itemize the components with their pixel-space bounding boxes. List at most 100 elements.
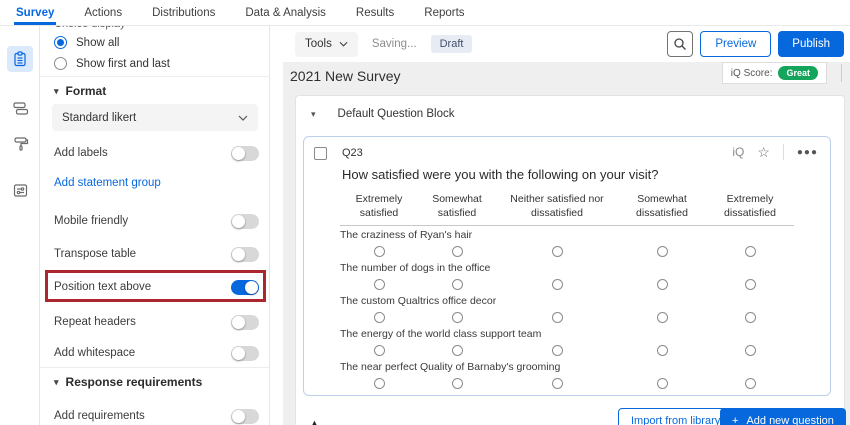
matrix-radio-row <box>340 375 794 391</box>
matrix-radio[interactable] <box>552 279 563 290</box>
collapse-block-icon[interactable]: ▲ <box>310 418 319 425</box>
add-whitespace-toggle[interactable] <box>231 346 259 361</box>
matrix-radio[interactable] <box>552 345 563 356</box>
format-section-header[interactable]: ▾ Format <box>54 84 106 98</box>
matrix-radio[interactable] <box>452 279 463 290</box>
block-title: Default Question Block <box>338 108 455 120</box>
preview-button[interactable]: Preview <box>700 31 771 57</box>
matrix-column-header: Somewhat satisfied <box>418 193 496 220</box>
matrix-radio-row <box>340 276 794 292</box>
tab-data-analysis[interactable]: Data & Analysis <box>243 0 328 25</box>
more-options-icon[interactable]: ●●● <box>797 147 818 158</box>
question-id: Q23 <box>342 147 363 159</box>
add-statement-group-link[interactable]: Add statement group <box>54 177 161 189</box>
matrix-radio[interactable] <box>657 312 668 323</box>
matrix-column-header: Neither satisfied nor dissatisfied <box>496 193 618 220</box>
matrix-radio[interactable] <box>374 279 385 290</box>
iq-suggestions-icon[interactable]: iQ <box>732 145 744 159</box>
transpose-table-toggle[interactable] <box>231 247 259 262</box>
position-text-above-toggle[interactable] <box>231 280 259 295</box>
add-labels-toggle[interactable] <box>231 146 259 161</box>
matrix-radio[interactable] <box>745 345 756 356</box>
survey-flow-icon[interactable] <box>7 95 33 121</box>
matrix-radio[interactable] <box>452 312 463 323</box>
import-from-library-button[interactable]: Import from library <box>618 408 733 425</box>
tab-actions[interactable]: Actions <box>82 0 124 25</box>
tab-distributions[interactable]: Distributions <box>150 0 217 25</box>
matrix-radio[interactable] <box>745 279 756 290</box>
divider <box>40 367 270 368</box>
left-icon-rail <box>0 26 40 425</box>
tab-results[interactable]: Results <box>354 0 396 25</box>
matrix-column-header: Extremely dissatisfied <box>706 193 794 220</box>
plus-icon: + <box>732 415 738 425</box>
radio-icon[interactable] <box>54 36 67 49</box>
matrix-radio[interactable] <box>657 378 668 389</box>
star-icon[interactable]: ☆ <box>757 145 770 159</box>
survey-canvas: 2021 New Survey iQ Score: Great ▾ Defaul… <box>283 62 850 425</box>
matrix-radio[interactable] <box>657 279 668 290</box>
survey-builder-icon[interactable] <box>7 46 33 72</box>
question-checkbox[interactable] <box>314 147 327 160</box>
matrix-radio[interactable] <box>657 246 668 257</box>
qualtrics-survey-editor: Survey Actions Distributions Data & Anal… <box>0 0 850 425</box>
toggle-row-add-whitespace: Add whitespace <box>40 344 270 362</box>
chevron-down-icon <box>238 115 248 121</box>
divider <box>40 76 270 77</box>
radio-show-all[interactable]: Show all <box>54 36 119 49</box>
search-button[interactable] <box>667 31 693 57</box>
matrix-radio[interactable] <box>452 378 463 389</box>
main-area: Tools Saving... Draft Preview Publish 20… <box>270 26 850 425</box>
matrix-radio[interactable] <box>452 345 463 356</box>
matrix-radio[interactable] <box>552 246 563 257</box>
mobile-friendly-toggle[interactable] <box>231 214 259 229</box>
choice-display-label: Choice display <box>54 26 126 30</box>
matrix-column-header: Extremely satisfied <box>340 193 418 220</box>
matrix-radio[interactable] <box>745 246 756 257</box>
caret-down-icon: ▾ <box>54 86 59 97</box>
matrix-radio[interactable] <box>657 345 668 356</box>
matrix-radio[interactable] <box>552 378 563 389</box>
block-collapse-icon[interactable]: ▾ <box>311 109 316 120</box>
tab-reports[interactable]: Reports <box>422 0 466 25</box>
chevron-down-icon <box>339 41 348 47</box>
matrix-radio[interactable] <box>374 378 385 389</box>
matrix-radio-row <box>340 309 794 325</box>
matrix-statement: The craziness of Ryan's hair <box>340 226 794 243</box>
matrix-radio[interactable] <box>452 246 463 257</box>
matrix-statement: The custom Qualtrics office decor <box>340 292 794 309</box>
matrix-radio[interactable] <box>552 312 563 323</box>
radio-icon[interactable] <box>54 57 67 70</box>
divider <box>783 144 784 160</box>
radio-show-first-last[interactable]: Show first and last <box>54 57 170 70</box>
matrix-radio[interactable] <box>745 312 756 323</box>
look-and-feel-icon[interactable] <box>7 130 33 156</box>
matrix-statement: The number of dogs in the office <box>340 259 794 276</box>
add-requirements-toggle[interactable] <box>231 409 259 424</box>
add-new-question-button[interactable]: + Add new question <box>720 408 846 425</box>
matrix-radio[interactable] <box>374 345 385 356</box>
matrix-radio[interactable] <box>374 246 385 257</box>
question-card[interactable]: Q23 iQ ☆ ●●● How satisfied were you with… <box>303 136 831 396</box>
format-dropdown[interactable]: Standard likert <box>52 104 258 131</box>
divider <box>841 64 842 82</box>
iq-score-box[interactable]: iQ Score: Great <box>722 62 827 84</box>
editor-toolbar: Tools Saving... Draft Preview Publish <box>270 26 850 62</box>
matrix-radio-row <box>340 342 794 358</box>
tab-survey[interactable]: Survey <box>14 0 56 25</box>
iq-score-label: iQ Score: <box>731 68 773 79</box>
repeat-headers-toggle[interactable] <box>231 315 259 330</box>
matrix-statement: The energy of the world class support te… <box>340 325 794 342</box>
caret-down-icon: ▾ <box>54 377 59 388</box>
search-icon <box>673 37 687 51</box>
top-nav: Survey Actions Distributions Data & Anal… <box>0 0 850 26</box>
question-text[interactable]: How satisfied were you with the followin… <box>342 167 658 182</box>
matrix-radio[interactable] <box>745 378 756 389</box>
response-requirements-header[interactable]: ▾ Response requirements <box>54 375 202 389</box>
matrix-radio[interactable] <box>374 312 385 323</box>
matrix-table: Extremely satisfiedSomewhat satisfiedNei… <box>340 193 794 391</box>
tools-menu-button[interactable]: Tools <box>295 32 358 57</box>
survey-options-icon[interactable] <box>7 177 33 203</box>
question-options-panel: Choice display Show all Show first and l… <box>40 26 270 425</box>
publish-button[interactable]: Publish <box>778 31 844 57</box>
